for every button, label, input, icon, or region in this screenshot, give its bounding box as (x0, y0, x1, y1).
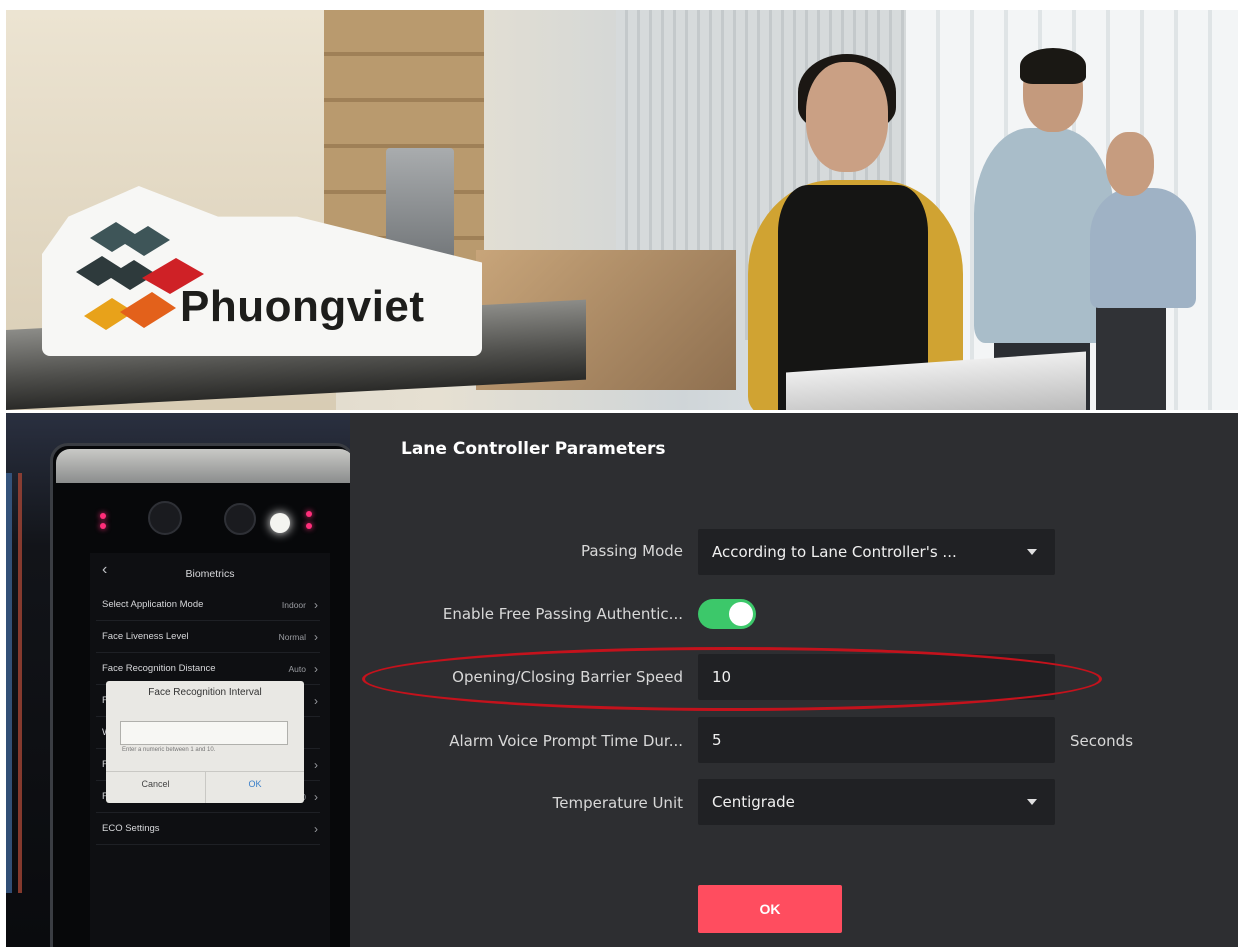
lane-controller-panel: Lane Controller Parameters Passing Mode … (350, 413, 1238, 947)
chevron-right-icon: › (314, 598, 318, 612)
menu-row-value: Indoor (281, 600, 306, 610)
toggle-knob (729, 602, 753, 626)
temperature-unit-select[interactable]: Centigrade (698, 779, 1055, 825)
passing-mode-label: Passing Mode (580, 542, 683, 560)
device-cables (6, 473, 52, 893)
chevron-right-icon: › (314, 630, 318, 644)
ir-led-icon (306, 523, 312, 529)
person-3-head (1106, 132, 1154, 196)
face-terminal-device: ‹ Biometrics Select Application Mode Ind… (6, 413, 350, 947)
dialog-ok-button[interactable]: OK (206, 779, 304, 789)
chevron-right-icon: › (314, 662, 318, 676)
ir-led-icon (100, 523, 106, 529)
ir-led-icon (306, 511, 312, 517)
barrier-speed-input[interactable]: 10 (698, 654, 1055, 700)
ir-led-icon (100, 513, 106, 519)
screen-title: Biometrics (185, 568, 235, 580)
temperature-unit-label: Temperature Unit (552, 794, 683, 812)
dialog-title: Face Recognition Interval (148, 687, 262, 698)
recognition-interval-dialog: Face Recognition Interval Enter a numeri… (106, 681, 304, 803)
free-passing-label: Enable Free Passing Authentic... (442, 605, 683, 623)
person-3-legs (1096, 306, 1166, 410)
menu-row-value: Normal (278, 632, 306, 642)
menu-row-label: ECO Settings (102, 823, 160, 834)
brand-logo-text: Phuongviet (180, 282, 425, 331)
menu-row-label: Select Application Mode (102, 599, 204, 610)
chevron-right-icon: › (314, 758, 318, 772)
ok-button[interactable]: OK (698, 885, 842, 933)
temperature-unit-value: Centigrade (712, 793, 795, 811)
camera-lens-icon (148, 501, 182, 535)
panel-title: Lane Controller Parameters (401, 439, 666, 459)
interval-input[interactable] (120, 721, 288, 745)
chevron-right-icon: › (314, 694, 318, 708)
menu-row-label: Face Liveness Level (102, 631, 189, 642)
dialog-cancel-button[interactable]: Cancel (106, 779, 205, 789)
menu-row-liveness[interactable]: Face Liveness Level Normal › (96, 621, 320, 653)
passing-mode-value: According to Lane Controller's ... (712, 543, 957, 561)
device-top-bezel (56, 449, 350, 483)
chevron-right-icon: › (314, 822, 318, 836)
person-1-head (806, 62, 888, 172)
menu-row-eco-settings[interactable]: ECO Settings › (96, 813, 320, 845)
alarm-prompt-input[interactable]: 5 (698, 717, 1055, 763)
office-photo: Phuongviet (6, 10, 1238, 410)
person-3-body (1090, 188, 1196, 308)
chevron-down-icon (1027, 549, 1037, 555)
alarm-prompt-unit: Seconds (1070, 732, 1134, 750)
camera-lens-icon (224, 503, 256, 535)
chevron-right-icon: › (314, 790, 318, 804)
fill-light-icon (270, 513, 290, 533)
passing-mode-select[interactable]: According to Lane Controller's ... (698, 529, 1055, 575)
chevron-down-icon (1027, 799, 1037, 805)
dialog-hint: Enter a numeric between 1 and 10. (122, 747, 216, 753)
person-2-hair (1020, 48, 1086, 84)
free-passing-toggle[interactable] (698, 599, 756, 629)
alarm-prompt-label: Alarm Voice Prompt Time Dur... (449, 732, 683, 750)
menu-row-application-mode[interactable]: Select Application Mode Indoor › (96, 589, 320, 621)
barrier-speed-label: Opening/Closing Barrier Speed (452, 668, 683, 686)
